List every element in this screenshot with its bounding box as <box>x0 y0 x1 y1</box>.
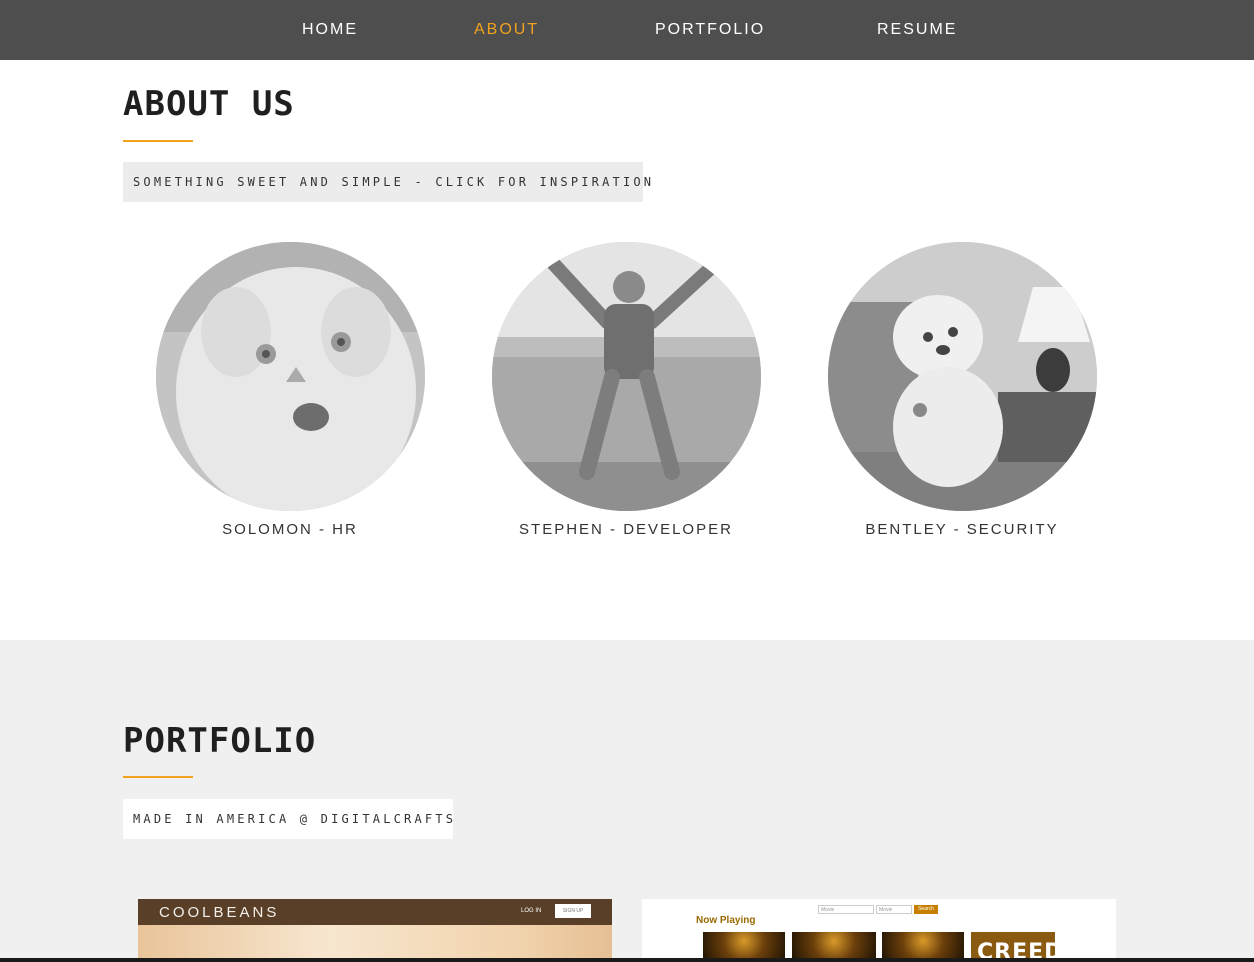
nav-about[interactable]: ABOUT <box>474 21 539 39</box>
team-member-solomon: SOLOMON - HR <box>140 242 440 538</box>
avatar-cat <box>155 242 425 511</box>
now-playing-heading: Now Playing <box>696 915 756 926</box>
coolbeans-logo: COOLBEANS <box>159 904 280 921</box>
about-title: ABOUT US <box>123 84 295 124</box>
bottom-edge <box>0 958 1254 962</box>
movie-search-input: Movie <box>818 905 874 914</box>
coolbeans-login-link: LOG IN <box>521 908 542 914</box>
team-member-stephen: STEPHEN - DEVELOPER <box>476 242 776 538</box>
about-title-underline <box>123 140 193 142</box>
nav-portfolio[interactable]: PORTFOLIO <box>655 21 765 39</box>
nav-home[interactable]: HOME <box>302 21 358 39</box>
movie-filter-select: Movie <box>876 905 912 914</box>
movie-search-button: Search <box>914 905 938 914</box>
portfolio-project-movies[interactable]: Movie Movie Search Now Playing CREED <box>642 899 1116 962</box>
member-caption: BENTLEY - SECURITY <box>865 521 1059 538</box>
nav-resume[interactable]: RESUME <box>877 21 957 39</box>
portfolio-tagline[interactable]: MADE IN AMERICA @ DIGITALCRAFTS <box>123 799 453 839</box>
avatar-dog <box>827 242 1097 511</box>
member-caption: SOLOMON - HR <box>222 521 358 538</box>
about-tagline-button[interactable]: SOMETHING SWEET AND SIMPLE - CLICK FOR I… <box>123 162 651 202</box>
portfolio-project-coolbeans[interactable]: COOLBEANS LOG IN SIGN UP <box>138 899 612 962</box>
project-hero-image <box>138 925 612 962</box>
team-member-bentley: BENTLEY - SECURITY <box>812 242 1112 538</box>
top-navbar: HOME ABOUT PORTFOLIO RESUME <box>0 0 1254 60</box>
avatar-person <box>491 242 761 511</box>
portfolio-title: PORTFOLIO <box>123 721 317 761</box>
portfolio-title-underline <box>123 776 193 778</box>
coolbeans-signup-button: SIGN UP <box>555 904 591 918</box>
member-caption: STEPHEN - DEVELOPER <box>519 521 733 538</box>
